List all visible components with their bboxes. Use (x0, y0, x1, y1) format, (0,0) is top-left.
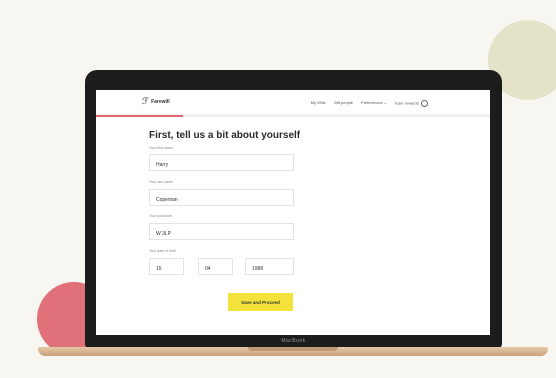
dob-label: Your date of birth (149, 249, 177, 253)
progress-bar-fill (96, 115, 183, 117)
laptop-notch (248, 347, 338, 351)
nav-link-earn-rewards-label: Earn rewards (395, 100, 419, 106)
first-name-label: Your first name (149, 146, 174, 150)
laptop-screen: ℱ Farewill My Wills Gift people Preferen… (96, 90, 490, 335)
last-name-field[interactable] (149, 189, 294, 206)
laptop-brand-label: MacBook (281, 338, 306, 344)
nav-link-my-wills[interactable]: My Wills (311, 100, 326, 107)
progress-bar (96, 115, 490, 117)
postcode-label: Your postcode (149, 214, 172, 218)
postcode-field[interactable] (149, 223, 294, 240)
logo-text: Farewill (151, 99, 170, 105)
nav-link-preferences[interactable]: Preferences ⌄ (361, 100, 387, 107)
nav-link-earn-rewards[interactable]: Earn rewards (395, 100, 428, 107)
logo-mark-icon: ℱ (142, 97, 150, 107)
first-name-field[interactable] (149, 154, 294, 171)
top-nav: ℱ Farewill My Wills Gift people Preferen… (96, 90, 490, 115)
nav-links: My Wills Gift people Preferences ⌄ Earn … (311, 100, 428, 107)
save-and-proceed-button[interactable]: Save and Proceed (228, 293, 293, 311)
page-title: First, tell us a bit about yourself (149, 130, 301, 141)
dob-month-field[interactable] (198, 258, 233, 275)
dob-year-field[interactable] (245, 258, 294, 275)
dob-day-field[interactable] (149, 258, 184, 275)
app-logo[interactable]: ℱ Farewill (142, 97, 170, 107)
circle-info-icon (421, 100, 428, 107)
nav-link-gift-people[interactable]: Gift people (334, 100, 353, 107)
last-name-label: Your last name (149, 180, 173, 184)
